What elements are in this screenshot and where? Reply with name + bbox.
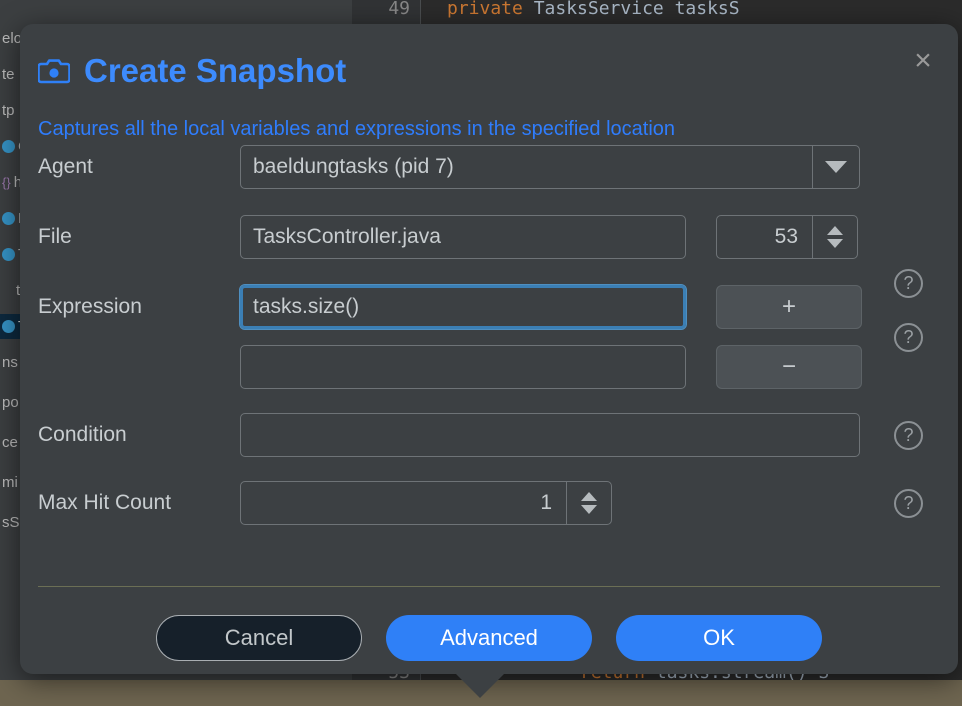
file-label: File [38,225,72,249]
code-rest: TasksService tasksS [523,0,740,19]
dialog-header: Create Snapshot Captures all the local v… [20,24,958,130]
list-item[interactable]: ns [0,350,18,375]
agent-select-value: baeldungtasks (pid 7) [241,146,812,188]
cancel-button[interactable]: Cancel [156,615,362,661]
max-hit-count-row: Max Hit Count 1 ? [20,477,958,529]
add-expression-button[interactable]: + [716,285,862,329]
max-hit-count-label: Max Hit Count [38,491,171,515]
list-item[interactable]: po [0,390,19,415]
dialog-subtitle: Captures all the local variables and exp… [38,118,675,141]
agent-label: Agent [38,155,93,179]
list-item[interactable]: te [0,62,15,87]
ok-button[interactable]: OK [616,615,822,661]
dialog-title-row: Create Snapshot [38,52,346,90]
tree-item-label: mi [2,474,18,491]
keyword-token: private [447,0,523,19]
spinner-updown-icon[interactable] [812,216,857,258]
list-item[interactable]: mi [0,470,18,495]
class-icon [2,140,15,153]
status-bar [352,680,962,706]
condition-input[interactable] [240,413,860,457]
dialog-footer: Cancel Advanced OK [20,610,958,666]
list-item[interactable]: t [0,278,20,303]
code-text: private TasksService tasksS [447,0,740,22]
agent-row: Agent baeldungtasks (pid 7) ? [20,141,958,193]
list-item[interactable]: elo [0,26,22,51]
brace-icon: {} [2,175,11,190]
agent-select[interactable]: baeldungtasks (pid 7) [240,145,860,189]
camera-icon [38,57,70,85]
condition-help-icon[interactable]: ? [894,421,923,450]
class-icon [2,320,15,333]
list-item[interactable]: ce [0,430,18,455]
footer-divider [38,586,940,587]
dialog-pointer-tail [454,672,506,698]
code-line: 49 private TasksService tasksS [352,0,962,22]
status-bar-left [0,680,352,706]
line-number-stepper[interactable]: 53 [716,215,858,259]
page-title: Create Snapshot [84,52,346,90]
chevron-down-icon[interactable] [812,146,859,188]
list-item[interactable]: {} h [0,170,22,195]
tree-item-label: ns [2,354,18,371]
file-row: File TasksController.java 53 [20,211,958,263]
class-icon [2,248,15,261]
expression-label: Expression [38,295,142,319]
expression-help-icon[interactable]: ? [894,323,923,352]
close-icon[interactable]: × [904,42,942,80]
max-hit-count-value: 1 [241,482,566,524]
file-input[interactable]: TasksController.java [240,215,686,259]
class-icon [2,212,15,225]
advanced-button[interactable]: Advanced [386,615,592,661]
create-snapshot-dialog: Create Snapshot Captures all the local v… [20,24,958,674]
tree-item-label: po [2,394,19,411]
tree-item-label: tp [2,102,15,119]
list-item[interactable]: sS [0,510,20,535]
max-hit-count-stepper[interactable]: 1 [240,481,612,525]
expression-row: Expression tasks.size() + [20,281,958,333]
tree-item-label: sS [2,514,20,531]
line-number-value: 53 [717,216,812,258]
expression-row-secondary: − ? [20,341,958,393]
expression-input-secondary[interactable] [240,345,686,389]
tree-item-label: ce [2,434,18,451]
spinner-updown-icon[interactable] [566,482,611,524]
condition-label: Condition [38,423,127,447]
remove-expression-button[interactable]: − [716,345,862,389]
tree-item-label: te [2,66,15,83]
expression-input[interactable]: tasks.size() [240,285,686,329]
condition-row: Condition ? [20,409,958,461]
max-hit-count-help-icon[interactable]: ? [894,489,923,518]
list-item[interactable]: tp [0,98,15,123]
line-number: 49 [352,0,410,22]
